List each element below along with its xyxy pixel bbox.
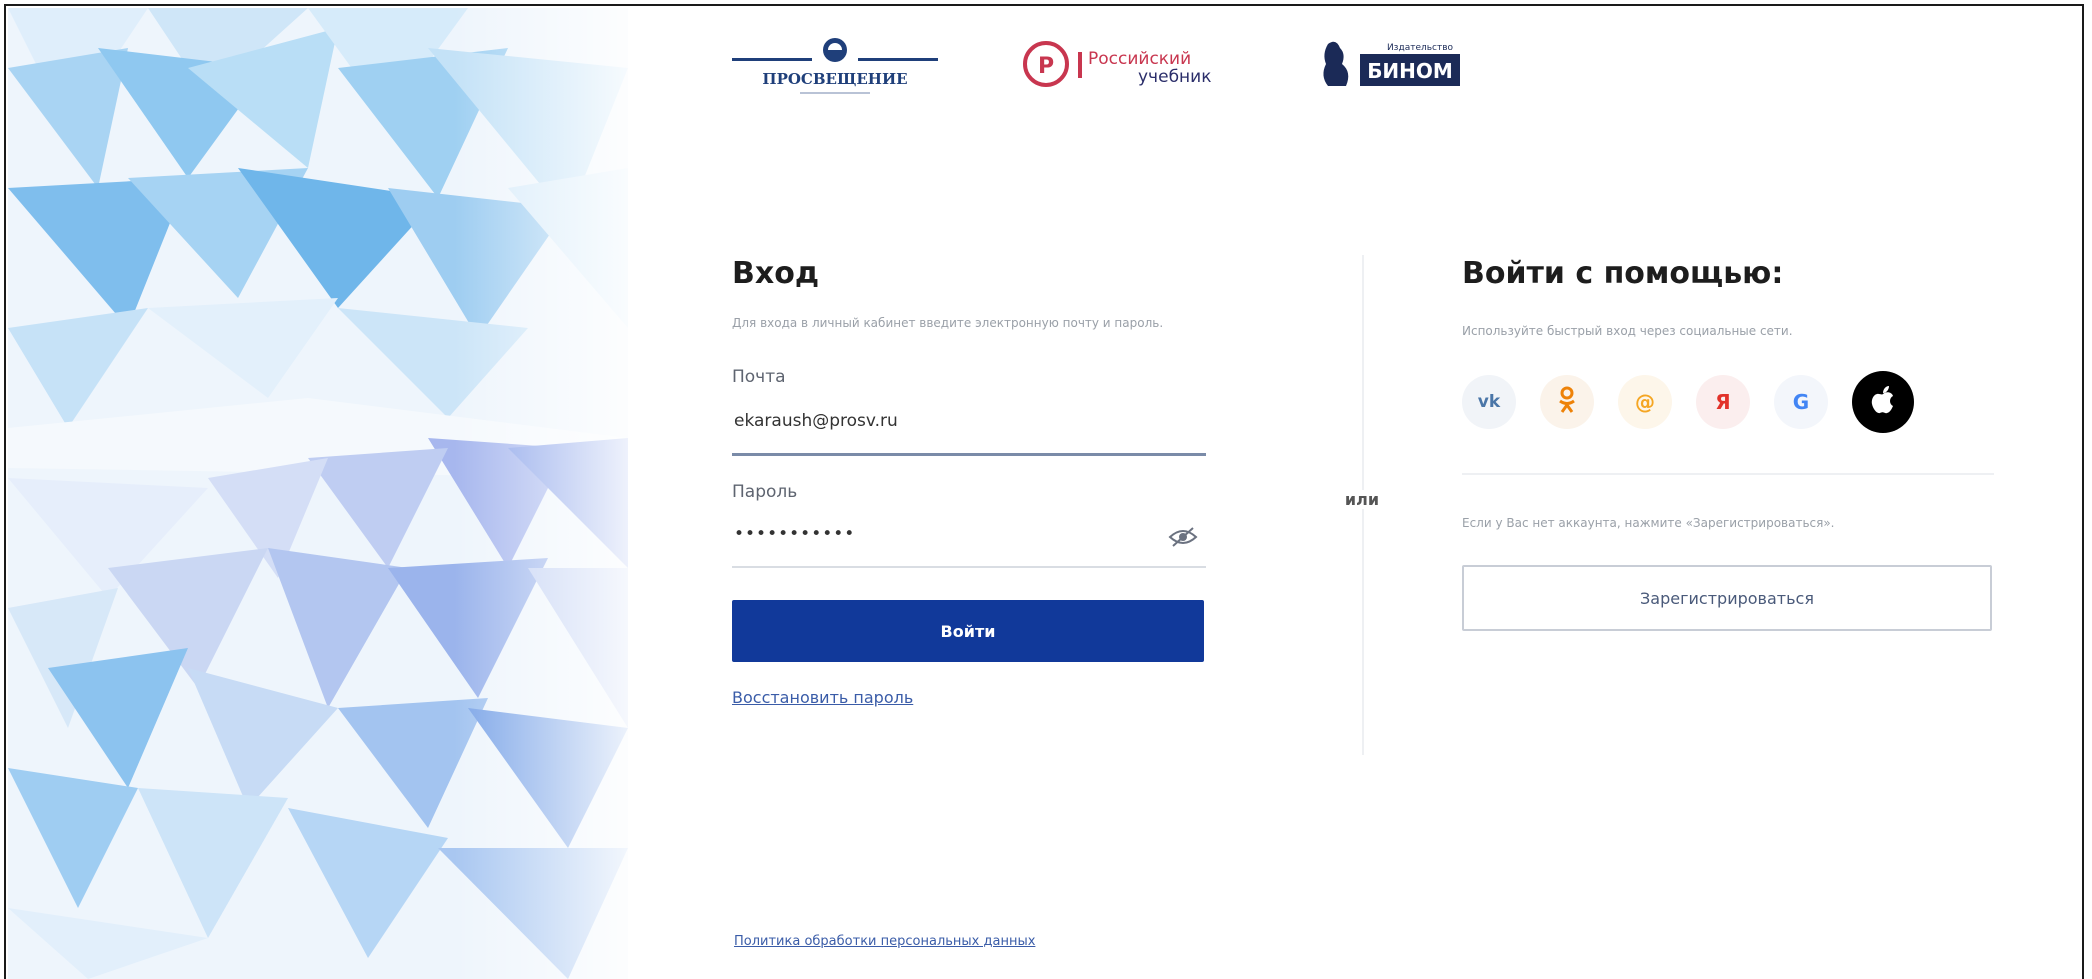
svg-text:P: P (1038, 54, 1054, 79)
privacy-policy-link[interactable]: Политика обработки персональных данных (734, 934, 1035, 949)
social-providers: vk @ Я G (1462, 371, 1994, 433)
email-label: Почта (732, 367, 786, 387)
svg-text:БИНОМ: БИНОМ (1367, 59, 1453, 83)
apple-icon (1870, 385, 1896, 420)
register-button[interactable]: Зарегистрироваться (1462, 565, 1992, 631)
odnoklassniki-icon (1558, 386, 1576, 419)
apple-button[interactable] (1852, 371, 1914, 433)
or-separator: или (1332, 490, 1392, 509)
google-icon: G (1792, 390, 1810, 414)
binom-logo: Издательство БИНОМ (1310, 28, 1470, 108)
yandex-icon: Я (1715, 390, 1731, 414)
password-field[interactable]: ••••••••••• (732, 510, 1206, 568)
vk-button[interactable]: vk (1462, 375, 1516, 429)
yandex-button[interactable]: Я (1696, 375, 1750, 429)
svg-text:Издательство: Издательство (1387, 43, 1454, 53)
social-separator-line (1462, 473, 1994, 475)
password-value: ••••••••••• (734, 524, 856, 544)
restore-password-link[interactable]: Восстановить пароль (732, 688, 913, 707)
email-value: ekaraush@prosv.ru (734, 411, 898, 431)
odnoklassniki-button[interactable] (1540, 375, 1594, 429)
svg-text:Российский: Российский (1088, 49, 1191, 69)
login-title: Вход (732, 256, 820, 291)
register-hint: Если у Вас нет аккаунта, нажмите «Зареги… (1462, 516, 1835, 530)
email-field[interactable]: ekaraush@prosv.ru (732, 397, 1206, 456)
eye-slash-icon[interactable] (1168, 526, 1198, 552)
prosvescheniye-logo: ПРОСВЕЩЕНИЕ (730, 28, 940, 108)
decorative-background (8, 8, 628, 979)
mailru-button[interactable]: @ (1618, 375, 1672, 429)
mailru-icon: @ (1635, 390, 1655, 414)
svg-text:ПРОСВЕЩЕНИЕ: ПРОСВЕЩЕНИЕ (762, 70, 907, 88)
social-description: Используйте быстрый вход через социальны… (1462, 324, 1793, 338)
svg-text:учебник: учебник (1138, 67, 1211, 87)
social-title: Войти с помощью: (1462, 256, 1784, 291)
google-button[interactable]: G (1774, 375, 1828, 429)
login-description: Для входа в личный кабинет введите элект… (732, 316, 1164, 330)
login-form: Вход Для входа в личный кабинет введите … (732, 256, 1206, 707)
vk-icon: vk (1477, 392, 1501, 412)
rossiyskiy-uchebnik-logo: P Российский учебник (1010, 28, 1250, 108)
password-label: Пароль (732, 482, 798, 502)
login-button[interactable]: Войти (732, 600, 1204, 662)
social-login: Войти с помощью: Используйте быстрый вхо… (1462, 256, 1994, 631)
